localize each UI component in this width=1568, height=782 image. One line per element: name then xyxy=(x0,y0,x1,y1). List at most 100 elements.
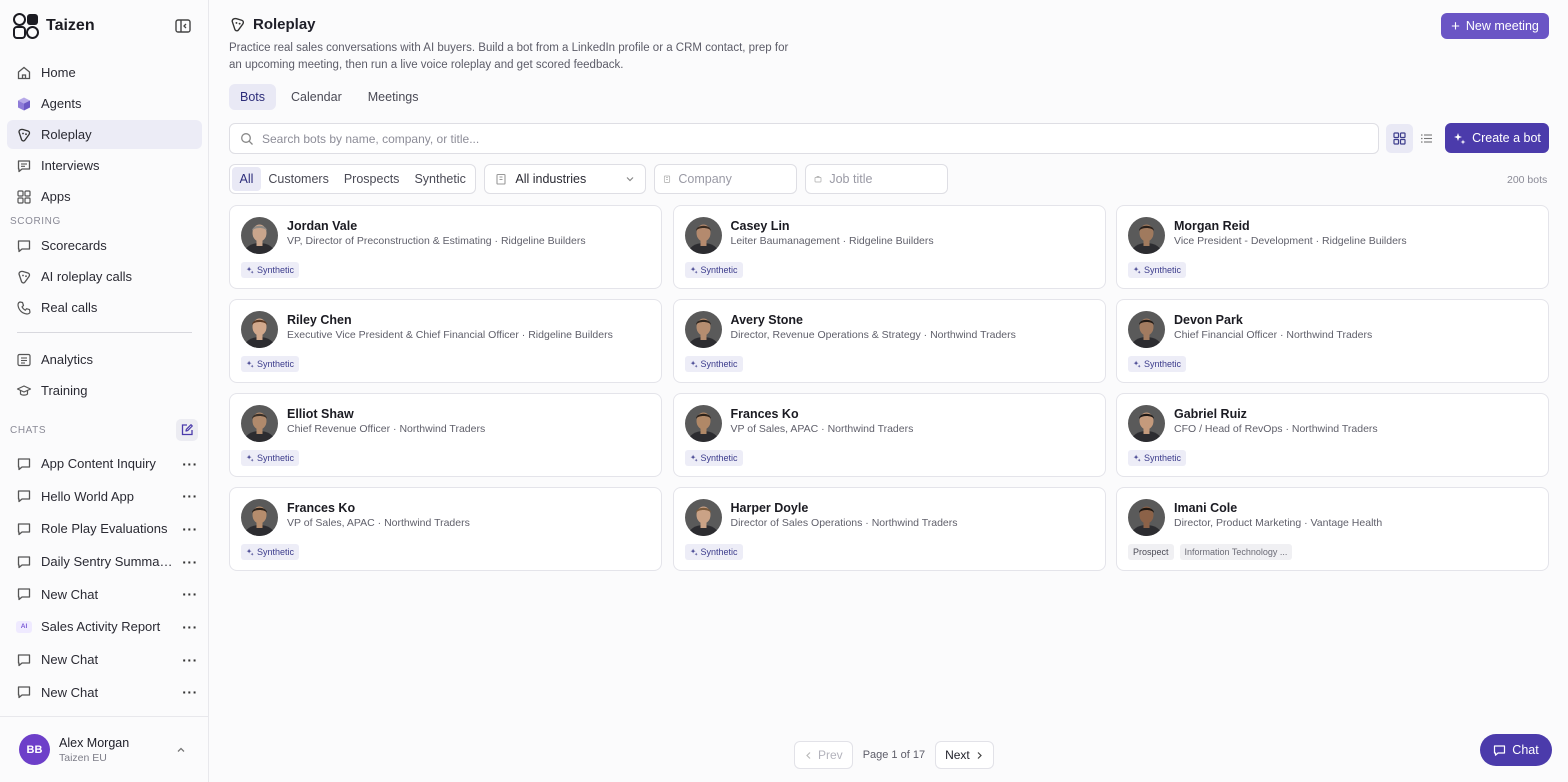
bot-tags: Synthetic xyxy=(684,356,743,372)
sidebar: Taizen Home Agents Roleplay Interviews A… xyxy=(0,0,209,782)
sidebar-item-interviews[interactable]: Interviews xyxy=(7,151,202,180)
bot-tag: Synthetic xyxy=(241,356,300,372)
user-menu[interactable]: BB Alex Morgan Taizen EU xyxy=(0,716,208,782)
bot-card[interactable]: Imani Cole Director, Product Marketing ·… xyxy=(1116,487,1549,571)
filter-customers[interactable]: Customers xyxy=(261,167,336,191)
more-options-icon[interactable]: ··· xyxy=(182,456,202,472)
sidebar-item-training[interactable]: Training xyxy=(7,376,202,405)
job-title-filter xyxy=(805,164,949,194)
sidebar-item-real-calls[interactable]: Real calls xyxy=(7,293,202,322)
view-toggle xyxy=(1386,124,1440,153)
bot-card[interactable]: Frances Ko VP of Sales, APAC · Northwind… xyxy=(229,487,662,571)
chat-list-item[interactable]: App Content Inquiry ··· xyxy=(7,449,202,478)
sparkle-icon xyxy=(1133,454,1141,462)
bot-card[interactable]: Elliot Shaw Chief Revenue Officer · Nort… xyxy=(229,393,662,477)
chat-list-item[interactable]: Role Play Evaluations ··· xyxy=(7,514,202,543)
bot-tag: Synthetic xyxy=(1128,450,1187,466)
bot-title: Director, Revenue Operations & Strategy … xyxy=(730,329,1016,341)
more-options-icon[interactable]: ··· xyxy=(182,586,202,602)
bot-card[interactable]: Gabriel Ruiz CFO / Head of RevOps · Nort… xyxy=(1116,393,1549,477)
chat-list-item[interactable]: New Chat ··· xyxy=(7,678,202,707)
chat-list-item[interactable]: Daily Sentry Summar... ··· xyxy=(7,547,202,576)
prev-page-button[interactable]: Prev xyxy=(794,741,853,769)
sidebar-item-home[interactable]: Home xyxy=(7,58,202,87)
sparkle-icon xyxy=(246,454,254,462)
bot-card[interactable]: Harper Doyle Director of Sales Operation… xyxy=(672,487,1106,571)
avatar xyxy=(1128,217,1165,254)
collapse-sidebar-icon[interactable] xyxy=(174,17,192,35)
more-options-icon[interactable]: ··· xyxy=(182,619,202,635)
page-description: Practice real sales conversations with A… xyxy=(229,42,789,71)
avatar xyxy=(684,405,722,442)
bot-name: Gabriel Ruiz xyxy=(1174,407,1247,421)
more-options-icon[interactable]: ··· xyxy=(182,488,202,504)
graduation-cap-icon xyxy=(16,383,32,399)
sparkle-icon xyxy=(690,266,698,274)
chat-list-item[interactable]: AI Sales Activity Report ··· xyxy=(7,612,202,641)
roleplay-icon xyxy=(16,269,32,285)
chat-fab-button[interactable]: Chat xyxy=(1480,734,1552,766)
industry-select[interactable]: All industries xyxy=(484,164,647,194)
bot-tag-label: Synthetic xyxy=(700,359,738,369)
filter-prospects[interactable]: Prospects xyxy=(336,167,407,191)
chat-bubble-icon xyxy=(1494,744,1506,756)
more-options-icon[interactable]: ··· xyxy=(182,652,202,668)
sidebar-item-analytics[interactable]: Analytics xyxy=(7,345,202,374)
brand[interactable]: Taizen xyxy=(12,12,95,40)
bot-card[interactable]: Avery Stone Director, Revenue Operations… xyxy=(672,299,1106,383)
search-input[interactable] xyxy=(262,131,1262,146)
more-options-icon[interactable]: ··· xyxy=(182,554,202,570)
list-view-button[interactable] xyxy=(1413,124,1440,153)
bot-card[interactable]: Morgan Reid Vice President - Development… xyxy=(1116,205,1549,289)
bot-title: Chief Revenue Officer · Northwind Trader… xyxy=(287,423,486,435)
sidebar-item-apps[interactable]: Apps xyxy=(7,182,202,211)
filter-synthetic[interactable]: Synthetic xyxy=(407,167,473,191)
bot-type-filter: All Customers Prospects Synthetic xyxy=(229,164,477,194)
more-options-icon[interactable]: ··· xyxy=(182,684,202,700)
bot-name: Casey Lin xyxy=(730,219,790,233)
filter-all[interactable]: All xyxy=(232,167,261,191)
company-input[interactable] xyxy=(678,172,789,186)
tab-calendar[interactable]: Calendar xyxy=(280,84,353,110)
sidebar-item-label: Interviews xyxy=(41,158,100,173)
chat-list-item[interactable]: New Chat ··· xyxy=(7,645,202,674)
message-icon xyxy=(16,158,32,174)
avatar xyxy=(241,311,278,348)
bot-card[interactable]: Casey Lin Leiter Baumanagement · Ridgeli… xyxy=(672,205,1106,289)
message-icon xyxy=(16,586,32,602)
sidebar-item-roleplay[interactable]: Roleplay xyxy=(7,120,202,149)
chat-list-item[interactable]: Hello World App ··· xyxy=(7,482,202,511)
sidebar-item-scorecards[interactable]: Scorecards xyxy=(7,231,202,260)
chat-list-item[interactable]: New Chat ··· xyxy=(7,580,202,609)
message-icon xyxy=(16,652,32,668)
new-meeting-button[interactable]: + New meeting xyxy=(1441,13,1549,39)
home-icon xyxy=(16,65,32,81)
tabs: Bots Calendar Meetings xyxy=(229,84,429,110)
chats-section-label: CHATS xyxy=(10,424,47,436)
grid-view-button[interactable] xyxy=(1386,124,1413,153)
chat-title: Daily Sentry Summar... xyxy=(41,554,173,570)
new-chat-button[interactable] xyxy=(176,419,198,441)
next-page-button[interactable]: Next xyxy=(935,741,994,769)
next-label: Next xyxy=(945,748,970,762)
bot-card[interactable]: Devon Park Chief Financial Officer · Nor… xyxy=(1116,299,1549,383)
bot-card[interactable]: Riley Chen Executive Vice President & Ch… xyxy=(229,299,662,383)
chats-header: CHATS xyxy=(10,419,198,441)
bot-name: Harper Doyle xyxy=(730,501,809,515)
sparkle-icon xyxy=(246,266,254,274)
bot-card[interactable]: Jordan Vale VP, Director of Preconstruct… xyxy=(229,205,662,289)
sidebar-item-label: Home xyxy=(41,65,76,80)
bot-card[interactable]: Frances Ko VP of Sales, APAC · Northwind… xyxy=(672,393,1106,477)
tab-meetings[interactable]: Meetings xyxy=(357,84,430,110)
chevron-down-icon xyxy=(626,177,634,182)
tab-bots[interactable]: Bots xyxy=(229,84,277,110)
bot-tags: Synthetic xyxy=(1128,262,1187,278)
sidebar-item-agents[interactable]: Agents xyxy=(7,89,202,118)
sparkle-icon xyxy=(246,548,254,556)
more-options-icon[interactable]: ··· xyxy=(182,521,202,537)
sidebar-item-ai-roleplay-calls[interactable]: AI roleplay calls xyxy=(7,262,202,291)
sidebar-nav: Home Agents Roleplay Interviews Apps SCO… xyxy=(7,58,202,407)
grid-icon xyxy=(1393,132,1406,145)
create-bot-button[interactable]: Create a bot xyxy=(1445,123,1549,153)
job-title-input[interactable] xyxy=(829,172,940,186)
